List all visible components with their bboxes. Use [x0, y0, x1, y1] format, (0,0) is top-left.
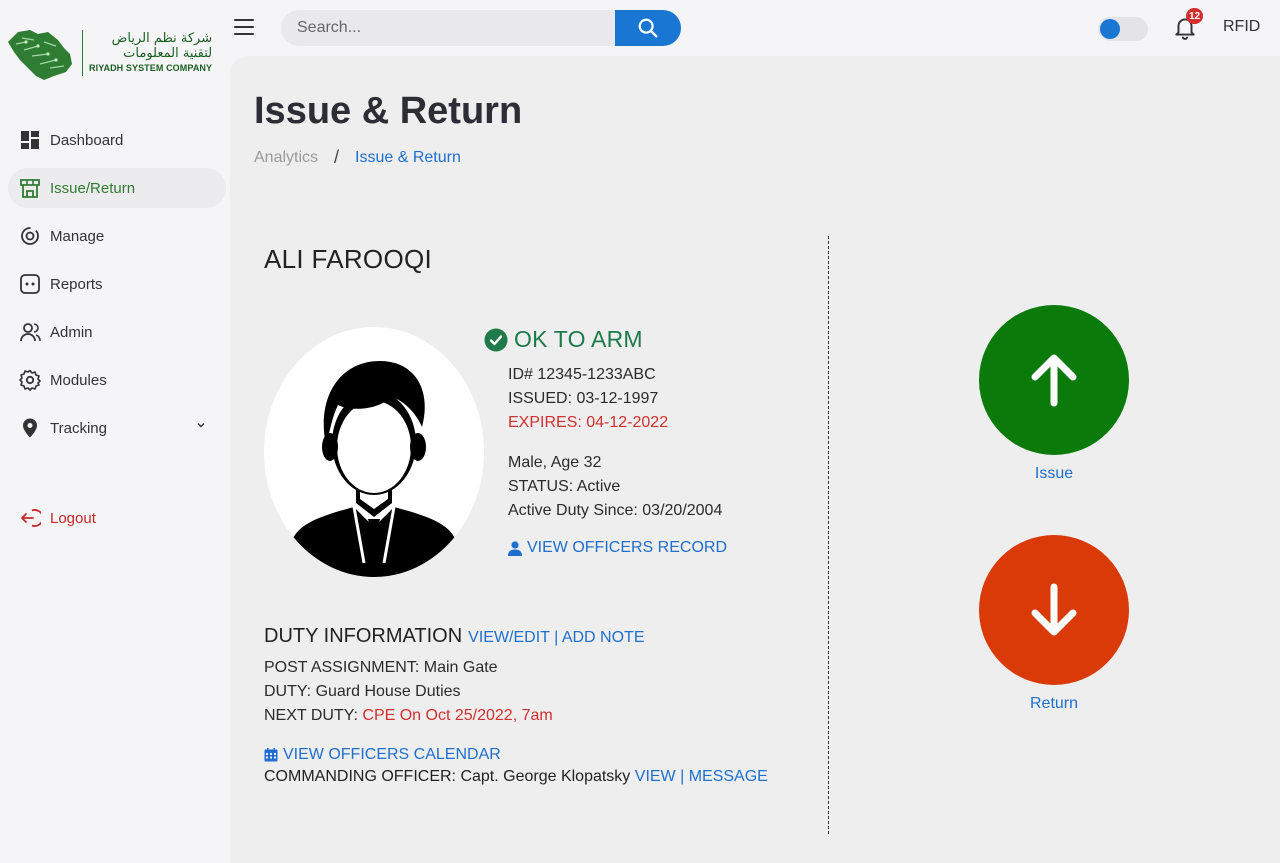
store-icon	[18, 176, 42, 200]
view-edit-add-note-link[interactable]: VIEW/EDIT | ADD NOTE	[468, 629, 644, 647]
issue-label: Issue	[1034, 465, 1074, 482]
notifications-button[interactable]: 12	[1172, 8, 1204, 42]
manage-icon	[18, 224, 42, 248]
personal-info: Male, Age 32 STATUS: Active Active Duty …	[508, 451, 722, 523]
calendar-icon	[264, 748, 278, 762]
search-bar	[281, 10, 681, 46]
arm-status: OK TO ARM	[484, 326, 643, 353]
duty-line: DUTY: Guard House Duties	[264, 683, 461, 700]
reports-icon	[18, 272, 42, 296]
breadcrumb-analytics[interactable]: Analytics	[254, 149, 318, 167]
logout-label: Logout	[50, 509, 96, 527]
breadcrumb: Analytics / Issue & Return	[254, 147, 461, 168]
logo-text: شركة نظم الرياض لتقنية المعلومات RIYADH …	[89, 31, 213, 73]
main-content: Issue & Return Analytics / Issue & Retur…	[230, 56, 1280, 863]
return-circle[interactable]	[979, 535, 1129, 685]
officer-silhouette-icon	[286, 361, 462, 577]
search-icon	[638, 18, 658, 38]
chevron-down-icon[interactable]	[196, 420, 206, 430]
admin-icon	[18, 320, 42, 344]
duty-details: POST ASSIGNMENT: Main Gate DUTY: Guard H…	[264, 656, 553, 728]
issue-button[interactable]: Issue	[979, 305, 1129, 483]
duty-information-heading: DUTY INFORMATION VIEW/EDIT | ADD NOTE	[264, 625, 644, 648]
sidebar-item-admin[interactable]: Admin	[8, 312, 226, 352]
arm-status-text: OK TO ARM	[514, 326, 643, 352]
view-officers-record-label: VIEW OFFICERS RECORD	[527, 539, 728, 556]
sidebar-item-label: Dashboard	[50, 131, 124, 149]
section-divider	[828, 236, 829, 834]
expires-date: EXPIRES: 04-12-2022	[508, 414, 669, 431]
company-name-english: RIYADH SYSTEM COMPANY	[89, 62, 213, 73]
next-duty-value: CPE On Oct 25/2022, 7am	[362, 707, 553, 724]
sidebar-item-label: Tracking	[50, 419, 107, 437]
license-info: ID# 12345-1233ABC ISSUED: 03-12-1997 EXP…	[508, 363, 668, 435]
officer-status: STATUS: Active	[508, 478, 621, 495]
sidebar: Dashboard Issue/Return Manage Reports Ad…	[0, 120, 230, 456]
search-input[interactable]	[281, 10, 615, 46]
sidebar-item-issue-return[interactable]: Issue/Return	[8, 168, 226, 208]
search-button[interactable]	[615, 10, 681, 46]
view-officers-calendar-label: VIEW OFFICERS CALENDAR	[283, 746, 501, 763]
officer-name: ALI FAROOQI	[264, 244, 433, 274]
issued-date: ISSUED: 03-12-1997	[508, 390, 659, 407]
duty-information-title: DUTY INFORMATION	[264, 625, 463, 647]
theme-toggle[interactable]	[1098, 17, 1148, 41]
check-circle-icon	[484, 328, 508, 351]
toggle-knob	[1100, 19, 1120, 39]
sidebar-item-label: Issue/Return	[50, 179, 136, 197]
company-logo: شركة نظم الرياض لتقنية المعلومات RIYADH …	[4, 24, 216, 82]
commanding-officer-view-message-link[interactable]: VIEW | MESSAGE	[635, 768, 768, 785]
sidebar-item-reports[interactable]: Reports	[8, 264, 226, 304]
sidebar-item-label: Modules	[50, 371, 107, 389]
saudi-map-icon	[8, 30, 72, 80]
sidebar-item-label: Reports	[50, 275, 103, 293]
officer-avatar	[264, 327, 484, 577]
page-title: Issue & Return	[254, 90, 523, 132]
company-name-arabic-line2: لتقنية المعلومات	[123, 45, 213, 61]
user-icon	[508, 540, 522, 556]
dashboard-icon	[18, 128, 42, 152]
arrow-down-icon	[1031, 583, 1077, 636]
rfid-button[interactable]: RFID	[1223, 18, 1260, 36]
sidebar-item-manage[interactable]: Manage	[8, 216, 226, 256]
breadcrumb-separator: /	[334, 147, 340, 167]
sidebar-item-label: Admin	[50, 323, 93, 341]
logout-icon	[18, 506, 42, 530]
next-duty: NEXT DUTY: CPE On Oct 25/2022, 7am	[264, 704, 553, 728]
active-duty-since: Active Duty Since: 03/20/2004	[508, 502, 723, 519]
return-label: Return	[1029, 695, 1079, 712]
gear-icon	[18, 368, 42, 392]
view-officers-calendar-link[interactable]: VIEW OFFICERS CALENDAR	[264, 746, 501, 764]
breadcrumb-current[interactable]: Issue & Return	[355, 149, 461, 167]
view-officers-record-link[interactable]: VIEW OFFICERS RECORD	[508, 539, 727, 557]
return-button[interactable]: Return	[979, 535, 1129, 713]
location-pin-icon	[18, 416, 42, 440]
notification-count-badge: 12	[1186, 8, 1204, 24]
issue-circle[interactable]	[979, 305, 1129, 455]
logout-button[interactable]: Logout	[18, 506, 96, 530]
company-name-arabic-line1: شركة نظم الرياض	[111, 31, 213, 47]
sidebar-item-label: Manage	[50, 227, 105, 245]
officer-id: ID# 12345-1233ABC	[508, 366, 656, 383]
menu-toggle-button[interactable]	[234, 18, 254, 36]
demographics: Male, Age 32	[508, 454, 602, 471]
commanding-officer: COMMANDING OFFICER: Capt. George Klopats…	[264, 768, 768, 786]
logo-divider	[82, 30, 83, 76]
sidebar-item-dashboard[interactable]: Dashboard	[8, 120, 226, 160]
post-assignment: POST ASSIGNMENT: Main Gate	[264, 659, 498, 676]
commanding-officer-text: COMMANDING OFFICER: Capt. George Klopats…	[264, 768, 631, 785]
next-duty-label: NEXT DUTY:	[264, 707, 363, 724]
arrow-up-icon	[1031, 354, 1077, 407]
sidebar-item-tracking[interactable]: Tracking	[8, 408, 226, 448]
sidebar-item-modules[interactable]: Modules	[8, 360, 226, 400]
